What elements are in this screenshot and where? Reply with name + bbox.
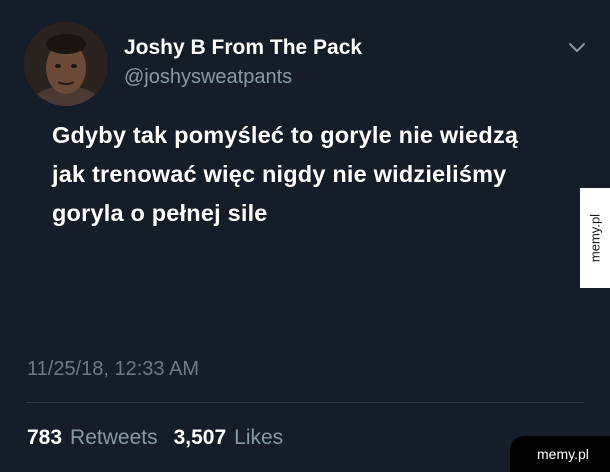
likes-label[interactable]: Likes (234, 426, 283, 449)
avatar[interactable] (24, 22, 108, 106)
retweets-label[interactable]: Retweets (70, 426, 158, 449)
display-name[interactable]: Joshy B From The Pack (124, 36, 362, 60)
watermark-corner: memy.pl (510, 436, 610, 472)
avatar-image (24, 22, 108, 106)
retweets-count[interactable]: 783 (27, 426, 62, 449)
tweet-text: Gdyby tak pomyśleć to goryle nie wiedzą … (52, 122, 519, 226)
chevron-down-icon[interactable] (566, 40, 588, 56)
divider (26, 402, 584, 403)
tweet-timestamp[interactable]: 11/25/18, 12:33 AM (27, 358, 199, 381)
likes-count[interactable]: 3,507 (174, 426, 227, 449)
engagement-stats: 783 Retweets 3,507 Likes (27, 426, 283, 450)
tweet-card: Joshy B From The Pack @joshysweatpants G… (0, 0, 610, 472)
watermark-side-text: memy.pl (587, 213, 603, 263)
watermark-side: memy.pl (580, 188, 610, 288)
watermark-corner-text: memy.pl (537, 446, 589, 462)
user-handle[interactable]: @joshysweatpants (124, 66, 292, 89)
